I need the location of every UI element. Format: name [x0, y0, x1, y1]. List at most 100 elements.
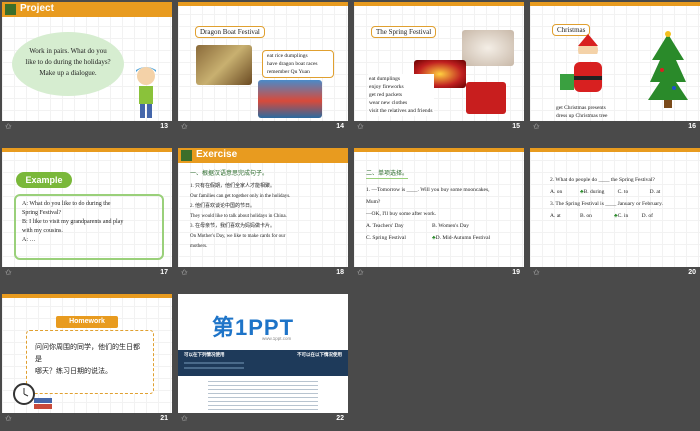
- logo-subtitle: www.1ppt.com: [262, 336, 292, 341]
- christmas-tree-icon: [648, 31, 688, 108]
- slide-title: Exercise: [196, 149, 238, 160]
- question-body: 2. What do people do ____ the Spring Fes…: [550, 174, 696, 222]
- note-line: wear new clothes: [369, 100, 408, 106]
- exercise-line: 2. 他们喜欢谈论中国的节日。: [190, 204, 256, 209]
- star-icon[interactable]: ✩: [5, 122, 12, 131]
- dialogue-line: A: What do you like to do during the: [22, 201, 111, 207]
- option-b: B. on: [580, 213, 592, 219]
- exercise-line: 3. 在母亲节，我们喜欢为妈妈做卡片。: [190, 224, 276, 229]
- dumplings-photo: [462, 30, 514, 66]
- slide-thumb-18[interactable]: Exercise 一、根据汉语意思完成句子。 1. 只有在假期，他们全家人才能相…: [178, 148, 348, 280]
- slide-thumb-17[interactable]: Example A: What do you like to do during…: [2, 148, 172, 280]
- option-a: A. on: [550, 189, 563, 195]
- note-line: eat dumplings: [369, 76, 401, 82]
- option-d: D. Mid-Autumn Festival: [435, 235, 491, 241]
- slide-number: 21: [160, 415, 168, 422]
- slide-number: 19: [512, 269, 520, 276]
- note-line: get red packets: [369, 92, 402, 98]
- bubble-line: Make up a dialogue.: [39, 69, 97, 77]
- star-icon[interactable]: ✩: [357, 268, 364, 277]
- slide-number: 20: [688, 269, 696, 276]
- slide-header-bar: Exercise: [178, 148, 348, 163]
- usage-denied-heading: 不可以在以下情况使用: [297, 352, 342, 357]
- slide-thumb-13[interactable]: Project Work in pairs. What do you like …: [2, 2, 172, 134]
- speech-bubble: Work in pairs. What do you like to do du…: [12, 32, 124, 96]
- slide-number: 17: [160, 269, 168, 276]
- slide-thumb-20[interactable]: 2. What do people do ____ the Spring Fes…: [530, 148, 700, 280]
- star-icon[interactable]: ✩: [533, 122, 540, 131]
- slide-thumb-22[interactable]: 第1PPT www.1ppt.com 可以在下列情况使用 不可以在以下情况使用 …: [178, 294, 348, 426]
- homework-line: 问问你周围的同学，他们的生日都是: [35, 343, 140, 363]
- note-line: get Christmas presents: [556, 105, 606, 111]
- slide-number: 14: [336, 123, 344, 130]
- option-b: B. Women's Day: [432, 223, 469, 229]
- star-icon[interactable]: ✩: [533, 268, 540, 277]
- slide-number: 15: [512, 123, 520, 130]
- boy-icon: [136, 67, 156, 118]
- option-c: C. Spring Festival: [366, 235, 406, 241]
- note-line: dress up Christmas tree: [556, 113, 608, 119]
- exercise-line: mothers.: [190, 244, 208, 249]
- example-box: A: What do you like to do during the Spr…: [14, 194, 164, 260]
- star-icon[interactable]: ✩: [5, 414, 12, 423]
- slide-title: The Spring Festival: [371, 26, 437, 38]
- exercise-heading: 二、单项选择。: [366, 171, 409, 179]
- clock-books-icon: [13, 383, 52, 409]
- homework-line: 哪天？练习日期的说法。: [35, 367, 112, 375]
- santa-icon: [560, 34, 602, 92]
- dialogue-line: B: I like to visit my grandparents and p…: [22, 219, 124, 225]
- dragon-boat-photo: [258, 80, 322, 118]
- slide-thumb-16[interactable]: Christmas get Christmas presents dress u…: [530, 2, 700, 134]
- star-icon[interactable]: ✩: [357, 122, 364, 131]
- note-line: remember Qu Yuan: [267, 69, 310, 75]
- bubble-line: Work in pairs. What do you: [29, 47, 107, 55]
- option-a: A. at: [550, 213, 561, 219]
- question-body: 1. —Tomorrow is ____. Will you buy some …: [366, 184, 516, 244]
- note-line: have dragon boat races: [267, 61, 318, 67]
- option-d: D. at: [649, 189, 661, 195]
- note-line: enjoy fireworks: [369, 84, 404, 90]
- option-c: C. to: [617, 189, 629, 195]
- slide-thumb-15[interactable]: The Spring Festival eat dumplings enjoy …: [354, 2, 524, 134]
- exercise-body: 1. 只有在假期，他们全家人才能相聚。 Our families can get…: [190, 182, 290, 252]
- notes-box: eat dumplings enjoy fireworks get red pa…: [368, 74, 434, 116]
- dialogue-line: with my cousins.: [22, 228, 63, 234]
- notes-box: get Christmas presents dress up Christma…: [556, 104, 607, 120]
- question-line: —OK, I'll buy some after work.: [366, 211, 437, 217]
- note-line: visit the relatives and friends: [369, 108, 433, 114]
- option-a: A. Teachers' Day: [366, 223, 404, 229]
- red-packet-photo: [466, 82, 506, 114]
- exercise-line: Our families can get together only in th…: [190, 194, 291, 199]
- star-icon[interactable]: ✩: [181, 122, 188, 131]
- exercise-line: On Mother's Day, we like to make cards f…: [190, 234, 286, 239]
- option-d: D. of: [641, 213, 653, 219]
- slide-title: Project: [20, 3, 54, 14]
- question-line: 1. —Tomorrow is ____. Will you buy some …: [366, 187, 490, 193]
- dialogue-line: Spring Festival?: [22, 210, 62, 216]
- option-c: C. in: [617, 213, 629, 219]
- exercise-heading: 一、根据汉语意思完成句子。: [190, 171, 269, 177]
- question-line: 2. What do people do ____ the Spring Fes…: [550, 177, 655, 183]
- slide-thumb-19[interactable]: 二、单项选择。 1. —Tomorrow is ____. Will you b…: [354, 148, 524, 280]
- homework-label: Homework: [56, 316, 118, 328]
- slide-thumb-21[interactable]: Homework 问问你周围的同学，他们的生日都是 哪天？练习日期的说法。 ✩ 2…: [2, 294, 172, 426]
- notes-box: eat rice dumplings have dragon boat race…: [262, 50, 334, 78]
- rice-dumpling-photo: [196, 45, 252, 85]
- slide-number: 22: [336, 415, 344, 422]
- slide-number: 18: [336, 269, 344, 276]
- question-line: Mum?: [366, 199, 381, 205]
- star-icon[interactable]: ✩: [181, 268, 188, 277]
- link-grid: [208, 380, 318, 410]
- slide-number: 16: [688, 123, 696, 130]
- star-icon[interactable]: ✩: [5, 268, 12, 277]
- usage-allowed-heading: 可以在下列情况使用: [184, 352, 225, 357]
- dialogue-line: A: …: [22, 237, 36, 243]
- slide-title: Dragon Boat Festival: [195, 26, 265, 38]
- bubble-line: like to do during the holidays?: [25, 58, 111, 66]
- star-icon[interactable]: ✩: [181, 414, 188, 423]
- exercise-line: 1. 只有在假期，他们全家人才能相聚。: [190, 184, 276, 189]
- slide-thumb-14[interactable]: Dragon Boat Festival eat rice dumplings …: [178, 2, 348, 134]
- slide-number: 13: [160, 123, 168, 130]
- slide-header-bar: Project: [2, 2, 172, 17]
- example-label: Example: [16, 172, 72, 188]
